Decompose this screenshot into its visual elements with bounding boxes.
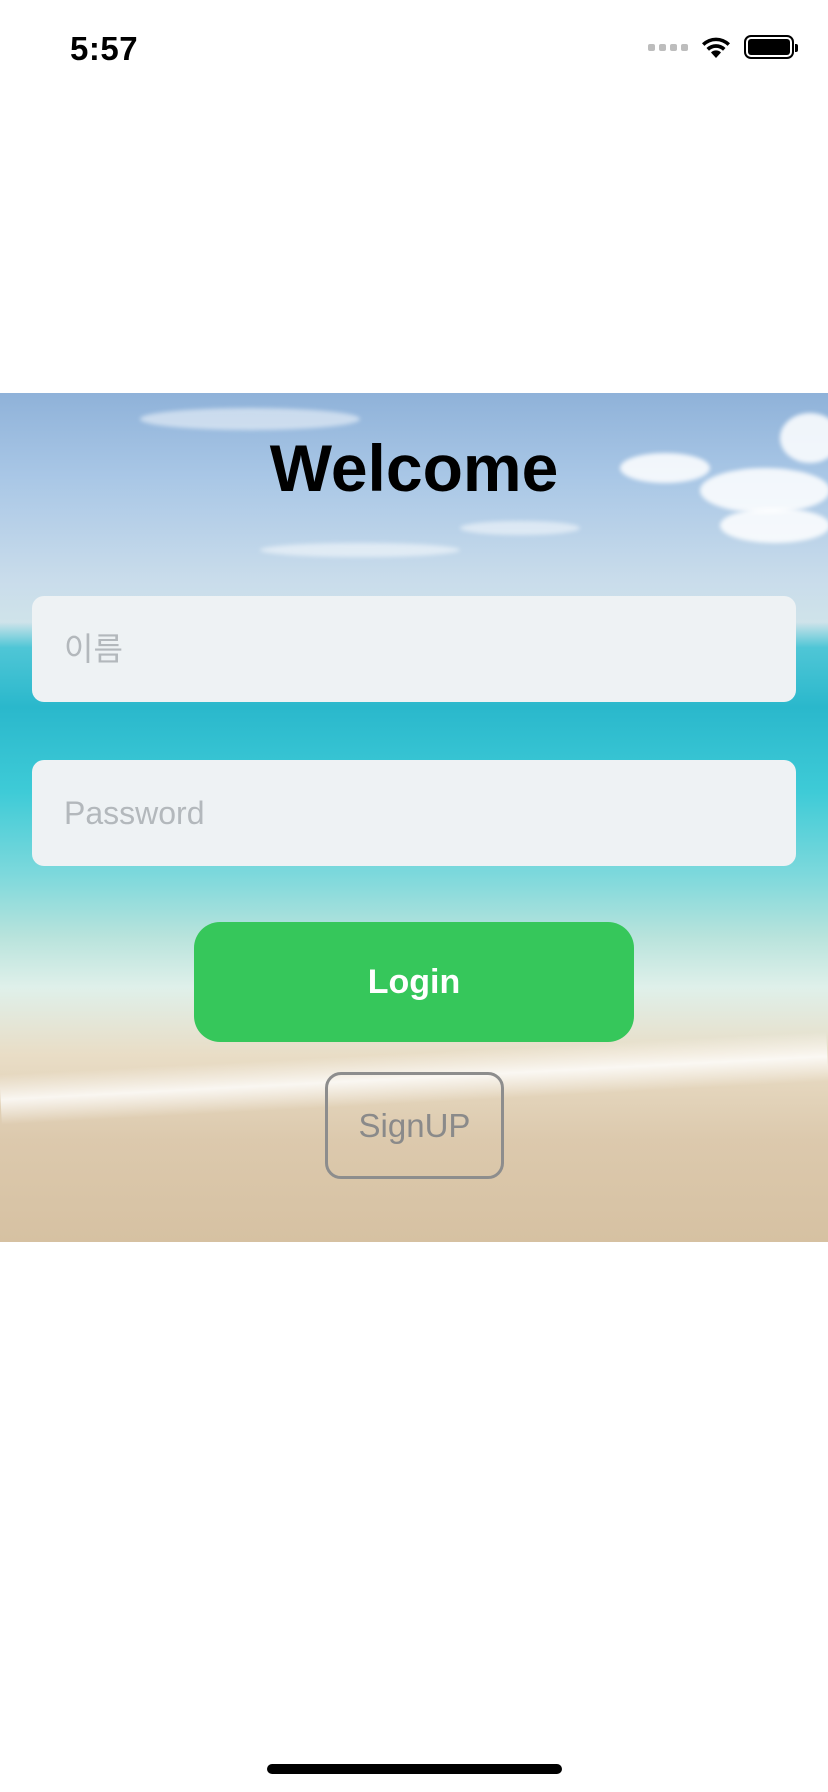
home-indicator[interactable] [267, 1764, 562, 1774]
wifi-icon [702, 37, 730, 58]
login-button[interactable]: Login [194, 922, 634, 1042]
status-time: 5:57 [70, 30, 139, 67]
name-input[interactable] [32, 596, 796, 702]
welcome-title: Welcome [269, 431, 559, 505]
signup-button[interactable]: SignUP [325, 1072, 504, 1179]
battery-icon [744, 35, 798, 59]
status-bar: 5:57 [0, 0, 828, 100]
password-input[interactable] [32, 760, 796, 866]
cellular-signal-icon [648, 43, 688, 51]
status-icons [648, 34, 798, 60]
